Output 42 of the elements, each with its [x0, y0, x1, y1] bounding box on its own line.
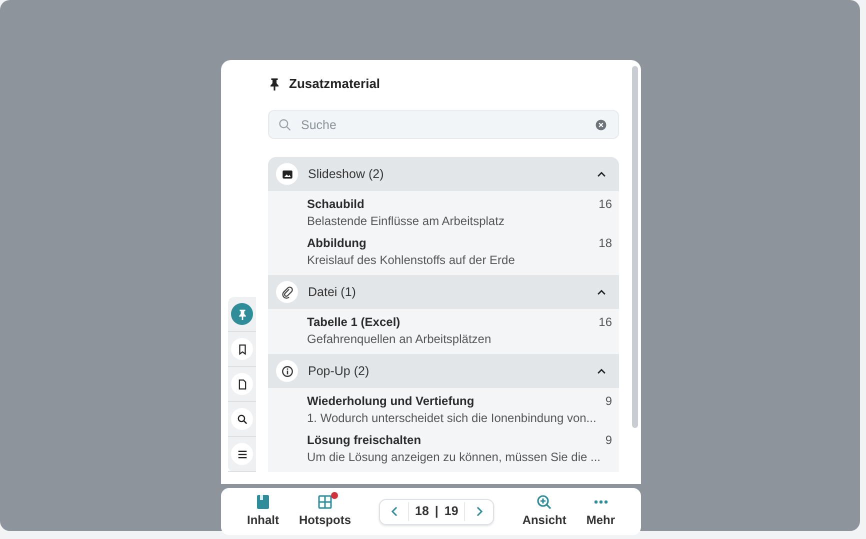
- page-separator: |: [434, 503, 438, 520]
- total-pages: 19: [444, 503, 458, 520]
- info-icon: [280, 364, 294, 378]
- scrollbar[interactable]: [632, 66, 638, 428]
- book-icon: [255, 494, 271, 510]
- page-number: 16: [598, 196, 612, 213]
- bookmark-icon: [236, 344, 248, 354]
- item-title: Schaubild: [307, 196, 366, 213]
- item-title: Abbildung: [307, 235, 368, 252]
- section-header[interactable]: Slideshow (2): [268, 157, 619, 191]
- image-icon: [280, 168, 294, 180]
- page-number: 9: [604, 393, 612, 410]
- pin-icon: [268, 77, 281, 91]
- item-description: Kreislauf des Kohlenstoffs auf der Erde: [307, 252, 515, 269]
- list-icon: [236, 448, 248, 460]
- panel-title: Zusatzmaterial: [289, 75, 380, 94]
- search-field[interactable]: Suche: [268, 110, 619, 139]
- item-title: Tabelle 1 (Excel): [307, 314, 402, 331]
- clear-icon[interactable]: [595, 118, 607, 130]
- grid-icon: [317, 494, 333, 510]
- item-description: Um die Lösung anzeigen zu können, müssen Sie die ...: [307, 449, 601, 466]
- pin-icon: [236, 308, 248, 320]
- toolbar-button[interactable]: Inhalt: [243, 492, 283, 531]
- current-page: 18: [415, 503, 429, 520]
- document-icon: [236, 378, 248, 390]
- zoom-in-icon: [536, 494, 552, 510]
- page-number: 18: [598, 235, 612, 252]
- toolbar-button[interactable]: Mehr: [582, 492, 619, 531]
- item-title: Lösung freischalten: [307, 432, 422, 449]
- section-header[interactable]: Datei (1): [268, 275, 619, 309]
- item-description: Belastende Einflüsse am Arbeitsplatz: [307, 213, 504, 230]
- paperclip-icon: [280, 286, 294, 298]
- toolbar-button[interactable]: Hotspots: [295, 492, 355, 531]
- item-description: 1. Wodurch unterscheidet sich die Ionenbindung von...: [307, 410, 596, 427]
- chevron-left-icon: [388, 506, 400, 517]
- toolbar-button[interactable]: Ansicht: [518, 492, 570, 531]
- section-header[interactable]: Pop-Up (2): [268, 354, 619, 388]
- page-number: 9: [604, 432, 612, 449]
- search-icon: [236, 414, 248, 424]
- item-description: Gefahrenquellen an Arbeitsplätzen: [307, 331, 492, 348]
- item-title: Wiederholung und Vertiefung: [307, 393, 476, 410]
- page-number: 16: [598, 314, 612, 331]
